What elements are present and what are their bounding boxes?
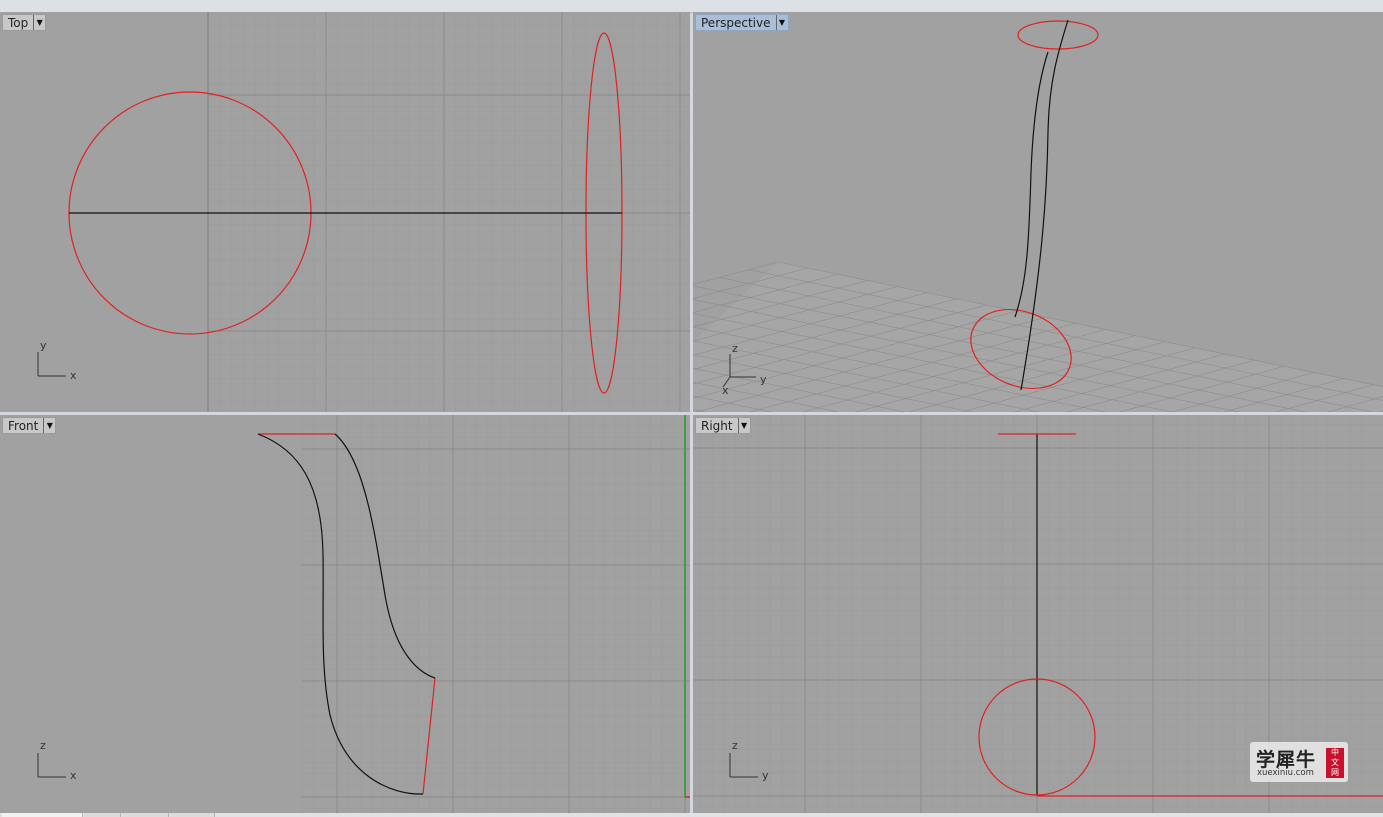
dropdown-arrow-icon[interactable]: ▼ bbox=[43, 418, 55, 433]
viewport-front[interactable]: z x Front ▼ bbox=[0, 415, 690, 813]
watermark-url: xuexiniu.com bbox=[1257, 768, 1314, 778]
layout-tab[interactable] bbox=[122, 813, 169, 817]
bottom-section-line[interactable] bbox=[422, 677, 436, 795]
viewport-title: Right bbox=[701, 418, 733, 433]
viewport-title: Front bbox=[8, 418, 39, 433]
grid-perspective bbox=[693, 261, 1383, 412]
dropdown-arrow-icon[interactable]: ▼ bbox=[33, 15, 45, 30]
surface-edge-left[interactable] bbox=[1014, 51, 1049, 318]
axis-label-y: y bbox=[760, 373, 767, 386]
axis-label-x: x bbox=[722, 384, 729, 397]
axis-label-vertical: z bbox=[40, 739, 46, 752]
viewport-perspective[interactable]: z y x Perspective ▼ bbox=[693, 12, 1383, 412]
viewport-top[interactable]: y x Top ▼ bbox=[0, 12, 690, 412]
layout-tab[interactable] bbox=[170, 813, 215, 817]
layout-tab[interactable] bbox=[84, 813, 121, 817]
profile-curve-left[interactable] bbox=[257, 433, 424, 795]
grid-top bbox=[207, 12, 690, 412]
dropdown-arrow-icon[interactable]: ▼ bbox=[737, 418, 750, 433]
viewport-perspective-canvas: z y x bbox=[693, 19, 1383, 412]
viewport-tab-top[interactable]: Top ▼ bbox=[2, 14, 47, 31]
axis-label-horizontal: y bbox=[762, 769, 769, 782]
viewport-top-canvas: y x bbox=[37, 12, 690, 412]
viewport-tab-right[interactable]: Right ▼ bbox=[695, 417, 751, 434]
viewport-title: Top bbox=[8, 15, 29, 30]
axis-indicator: z y bbox=[729, 739, 769, 782]
viewport-title: Perspective bbox=[701, 15, 771, 30]
axis-label-horizontal: x bbox=[70, 369, 77, 382]
watermark-logo: 学犀牛 xuexiniu.com 中 文 网 bbox=[1250, 742, 1348, 782]
profile-curve-right[interactable] bbox=[334, 433, 436, 679]
axis-label-vertical: z bbox=[732, 739, 738, 752]
grid-front bbox=[301, 415, 690, 813]
watermark-badge: 中 文 网 bbox=[1326, 748, 1344, 778]
viewport-tab-front[interactable]: Front ▼ bbox=[2, 417, 57, 434]
dropdown-arrow-icon[interactable]: ▼ bbox=[775, 15, 788, 30]
viewport-tab-perspective[interactable]: Perspective ▼ bbox=[695, 14, 789, 31]
axis-indicator: z x bbox=[37, 739, 77, 782]
axis-indicator: y x bbox=[37, 339, 77, 382]
viewport-front-canvas: z x bbox=[37, 415, 690, 813]
axis-label-z: z bbox=[732, 342, 738, 355]
ellipse-profile-3d[interactable] bbox=[1017, 20, 1099, 50]
axis-label-vertical: y bbox=[40, 339, 47, 352]
axis-label-horizontal: x bbox=[70, 769, 77, 782]
layout-tab[interactable] bbox=[2, 813, 83, 817]
